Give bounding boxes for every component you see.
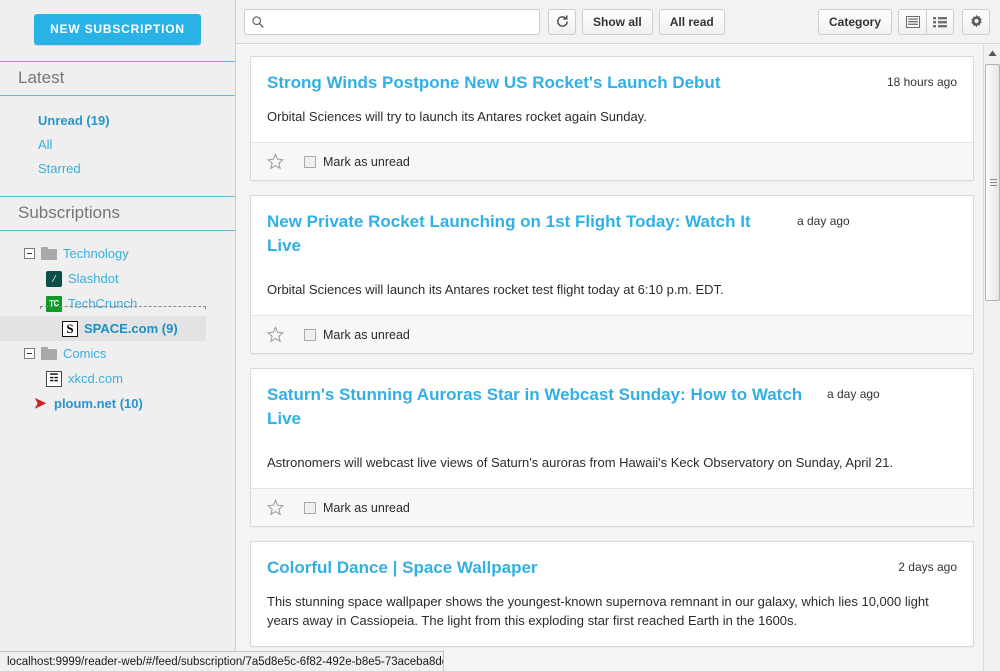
- article-header: Strong Winds Postpone New US Rocket's La…: [251, 57, 973, 95]
- article-card[interactable]: Strong Winds Postpone New US Rocket's La…: [250, 56, 974, 181]
- refresh-button[interactable]: [548, 9, 576, 35]
- slashdot-favicon: /: [46, 271, 62, 287]
- star-outline-icon[interactable]: [267, 499, 284, 516]
- article-title[interactable]: New Private Rocket Launching on 1st Flig…: [267, 210, 797, 258]
- main-panel: Show all All read Category: [236, 0, 1000, 671]
- article-timestamp: 2 days ago: [898, 556, 957, 574]
- star-outline-icon[interactable]: [267, 326, 284, 343]
- search-input[interactable]: [269, 14, 533, 30]
- collapse-minus-icon[interactable]: [24, 248, 35, 259]
- article-title[interactable]: Saturn's Stunning Auroras Star in Webcas…: [267, 383, 827, 431]
- sidebar-item-ploum[interactable]: ➤ ploum.net (10): [0, 391, 235, 416]
- sidebar-item-comics[interactable]: Comics: [0, 341, 235, 366]
- toolbar: Show all All read Category: [236, 0, 1000, 44]
- sidebar-item-slashdot[interactable]: / Slashdot: [0, 266, 235, 291]
- sidebar-item-label: Slashdot: [68, 271, 119, 286]
- mark-as-unread-label[interactable]: Mark as unread: [323, 328, 410, 342]
- show-all-button[interactable]: Show all: [582, 9, 653, 35]
- mark-as-unread-checkbox[interactable]: [304, 502, 316, 514]
- new-subscription-area: NEW SUBSCRIPTION: [0, 0, 235, 61]
- scrollbar-thumb[interactable]: [985, 64, 1000, 301]
- all-read-button[interactable]: All read: [659, 9, 725, 35]
- sidebar-item-label: ploum.net (10): [54, 396, 143, 411]
- article-header: Colorful Dance | Space Wallpaper 2 days …: [251, 542, 973, 580]
- mark-as-unread-label[interactable]: Mark as unread: [323, 501, 410, 515]
- article-header: New Private Rocket Launching on 1st Flig…: [251, 196, 973, 258]
- list-item: All: [0, 134, 235, 158]
- article-summary: Astronomers will webcast live views of S…: [251, 431, 973, 488]
- settings-button[interactable]: [962, 9, 990, 35]
- new-subscription-button[interactable]: NEW SUBSCRIPTION: [34, 14, 201, 45]
- sidebar-item-label: SPACE.com (9): [84, 321, 178, 336]
- latest-nav-list: Unread (19) All Starred: [0, 96, 235, 196]
- folder-icon: [41, 247, 57, 260]
- view-expanded-icon: [906, 16, 920, 28]
- collapse-minus-icon[interactable]: [24, 348, 35, 359]
- mark-as-unread-checkbox[interactable]: [304, 329, 316, 341]
- ploum-favicon: ➤: [32, 396, 48, 412]
- sidebar-item-all[interactable]: All: [0, 134, 235, 158]
- mark-as-unread-label[interactable]: Mark as unread: [323, 155, 410, 169]
- chevron-up-icon: [988, 50, 997, 57]
- article-card[interactable]: Colorful Dance | Space Wallpaper 2 days …: [250, 541, 974, 647]
- mark-as-unread-control[interactable]: Mark as unread: [304, 501, 410, 515]
- sidebar-item-label: TechCrunch: [68, 296, 137, 311]
- latest-section-header: Latest: [0, 61, 235, 96]
- sidebar-item-techcrunch[interactable]: TC TechCrunch: [0, 291, 235, 316]
- article-summary: Orbital Sciences will try to launch its …: [251, 95, 973, 142]
- view-list-icon: [933, 16, 947, 28]
- gear-icon: [969, 14, 984, 29]
- article-card[interactable]: Saturn's Stunning Auroras Star in Webcas…: [250, 368, 974, 527]
- article-title[interactable]: Strong Winds Postpone New US Rocket's La…: [267, 71, 887, 95]
- sidebar-item-space-com[interactable]: S SPACE.com (9): [0, 316, 206, 341]
- search-box[interactable]: [244, 9, 540, 35]
- sidebar-item-unread[interactable]: Unread (19): [0, 110, 235, 134]
- xkcd-favicon: ☶: [46, 371, 62, 387]
- article-footer: Mark as unread: [251, 315, 973, 353]
- refresh-icon: [555, 14, 570, 29]
- scroll-up-arrow[interactable]: [984, 45, 1000, 61]
- reader-app: NEW SUBSCRIPTION Latest Unread (19) All …: [0, 0, 1000, 671]
- article-summary: This stunning space wallpaper shows the …: [251, 580, 973, 646]
- space-favicon: S: [62, 321, 78, 337]
- article-title[interactable]: Colorful Dance | Space Wallpaper: [267, 556, 898, 580]
- article-header: Saturn's Stunning Auroras Star in Webcas…: [251, 369, 973, 431]
- scrollbar-track[interactable]: [984, 61, 1000, 655]
- category-button[interactable]: Category: [818, 9, 892, 35]
- folder-icon: [41, 347, 57, 360]
- vertical-scrollbar[interactable]: [983, 45, 1000, 671]
- subscriptions-section-header: Subscriptions: [0, 196, 235, 231]
- status-bar: localhost:9999/reader-web/#/feed/subscri…: [0, 651, 444, 671]
- list-item: Unread (19): [0, 110, 235, 134]
- search-icon: [251, 15, 265, 29]
- star-outline-icon[interactable]: [267, 153, 284, 170]
- sidebar: NEW SUBSCRIPTION Latest Unread (19) All …: [0, 0, 236, 671]
- article-timestamp: a day ago: [827, 383, 880, 401]
- sidebar-item-xkcd[interactable]: ☶ xkcd.com: [0, 366, 235, 391]
- article-timestamp: a day ago: [797, 210, 850, 228]
- sidebar-item-technology[interactable]: Technology: [0, 241, 235, 266]
- sidebar-item-label: Comics: [63, 346, 106, 361]
- list-item: Starred: [0, 158, 235, 182]
- status-bar-url: localhost:9999/reader-web/#/feed/subscri…: [7, 656, 444, 668]
- article-footer: Mark as unread: [251, 488, 973, 526]
- sidebar-item-starred[interactable]: Starred: [0, 158, 235, 182]
- article-list[interactable]: Strong Winds Postpone New US Rocket's La…: [236, 44, 1000, 671]
- article-footer: Mark as unread: [251, 142, 973, 180]
- sidebar-item-label: Technology: [63, 246, 129, 261]
- view-expanded-button[interactable]: [898, 9, 926, 35]
- article-card[interactable]: New Private Rocket Launching on 1st Flig…: [250, 195, 974, 354]
- view-list-button[interactable]: [926, 9, 954, 35]
- article-timestamp: 18 hours ago: [887, 71, 957, 89]
- mark-as-unread-checkbox[interactable]: [304, 156, 316, 168]
- techcrunch-favicon: TC: [46, 296, 62, 312]
- view-mode-group: [898, 9, 954, 35]
- subscription-tree: Technology / Slashdot TC TechCrunch S SP…: [0, 231, 235, 416]
- mark-as-unread-control[interactable]: Mark as unread: [304, 155, 410, 169]
- sidebar-item-label: xkcd.com: [68, 371, 123, 386]
- article-summary: Orbital Sciences will launch its Antares…: [251, 258, 973, 315]
- scrollbar-grip-icon: [990, 179, 997, 187]
- mark-as-unread-control[interactable]: Mark as unread: [304, 328, 410, 342]
